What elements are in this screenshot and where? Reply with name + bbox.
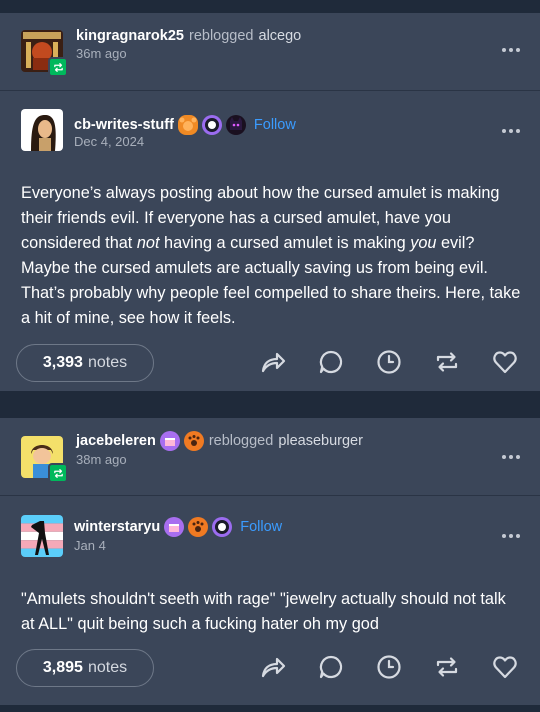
author-avatar[interactable] (21, 515, 63, 557)
clock-icon[interactable] (374, 347, 404, 377)
reblog-icon[interactable] (432, 652, 462, 682)
reblogger-username[interactable]: jacebeleren (76, 433, 156, 449)
cake-badge-icon (159, 431, 180, 451)
cat-badge-icon (225, 115, 246, 135)
reply-icon[interactable] (316, 347, 346, 377)
cake-badge-icon (164, 517, 185, 537)
share-icon[interactable] (258, 347, 288, 377)
reblog-badge-icon (48, 463, 68, 483)
divider (0, 495, 540, 496)
reblogger-username[interactable]: kingragnarok25 (76, 28, 184, 44)
paw-badge-icon (183, 431, 204, 451)
author-username[interactable]: cb-writes-stuff (74, 117, 174, 133)
post-body: "Amulets shouldn't seeth with rage" "jew… (21, 590, 506, 633)
ghost-badge-icon (201, 115, 222, 135)
share-icon[interactable] (258, 652, 288, 682)
heart-icon[interactable] (490, 652, 520, 682)
reblogged-label: reblogged (189, 28, 254, 44)
follow-button[interactable]: Follow (240, 519, 282, 535)
reply-icon[interactable] (316, 652, 346, 682)
crab-badge-icon (177, 115, 198, 135)
reblog-time: 38m ago (76, 452, 127, 467)
post-date: Jan 4 (74, 538, 106, 553)
reblog-time: 36m ago (76, 46, 127, 61)
notes-button[interactable]: 3,895 notes (16, 649, 154, 687)
reblogger-avatar[interactable] (21, 30, 68, 77)
post-card: jacebeleren reblogged pleaseburger 38m a… (0, 418, 540, 705)
author-avatar[interactable] (21, 109, 63, 151)
follow-button[interactable]: Follow (254, 117, 296, 133)
reblog-badge-icon (48, 57, 68, 77)
post-date: Dec 4, 2024 (74, 134, 145, 149)
paw-badge-icon (188, 517, 209, 537)
reblog-icon[interactable] (432, 347, 462, 377)
notes-button[interactable]: 3,393 notes (16, 344, 154, 382)
ghost-badge-icon (212, 517, 233, 537)
divider (0, 90, 540, 91)
reblog-source-username[interactable]: alcego (259, 28, 302, 44)
reblogger-avatar[interactable] (21, 436, 68, 483)
reblogged-label: reblogged (208, 433, 274, 449)
post-card: kingragnarok25 reblogged alcego 36m ago … (0, 13, 540, 391)
clock-icon[interactable] (374, 652, 404, 682)
reblog-source-username[interactable]: pleaseburger (278, 433, 363, 449)
more-options-icon[interactable] (502, 534, 520, 538)
more-options-icon[interactable] (502, 48, 520, 52)
more-options-icon[interactable] (502, 129, 520, 133)
author-username[interactable]: winterstaryu (74, 519, 160, 535)
more-options-icon[interactable] (502, 455, 520, 459)
heart-icon[interactable] (490, 347, 520, 377)
post-body: Everyone’s always posting about how the … (21, 184, 521, 327)
